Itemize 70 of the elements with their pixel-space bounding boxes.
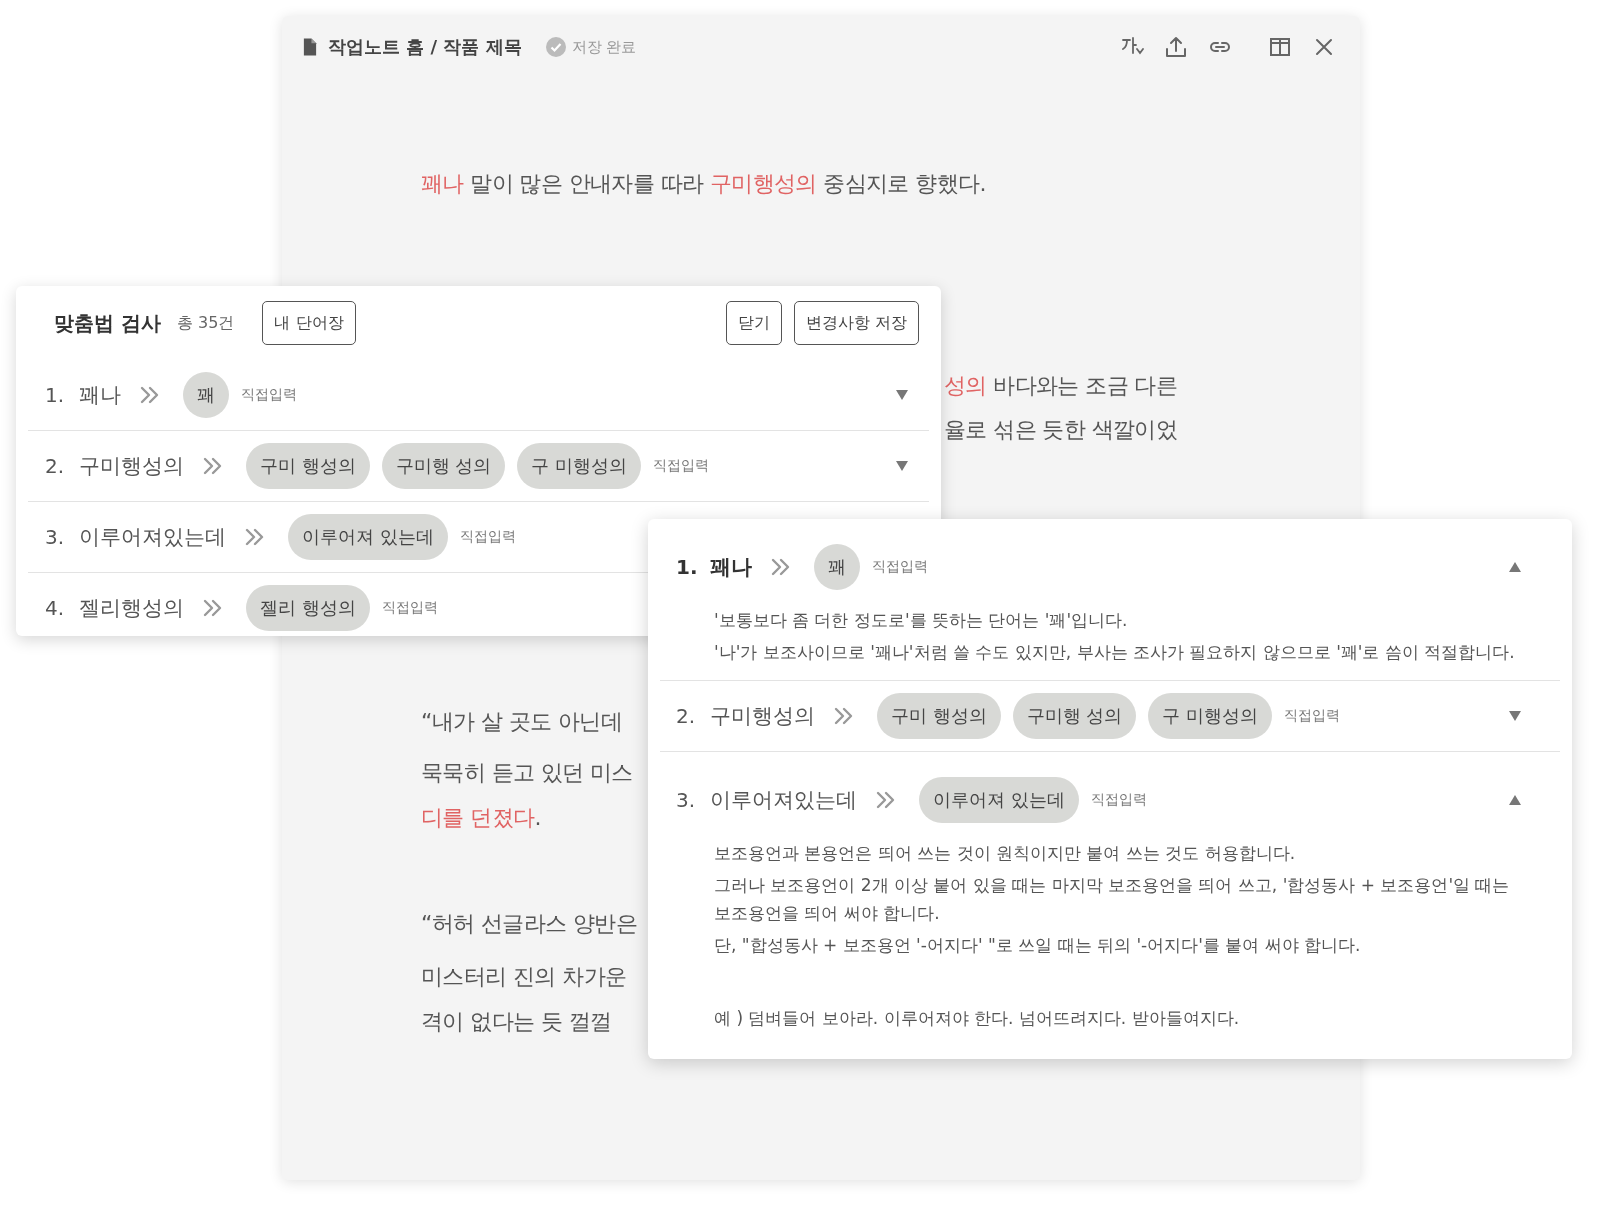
document-title: 작업노트 홈 / 작품 제목 xyxy=(328,35,522,59)
suggestion-chip[interactable]: 구미 행성의 xyxy=(246,443,370,489)
double-chevron-icon xyxy=(139,385,161,405)
suggestion-chip[interactable]: 젤리 행성의 xyxy=(246,585,370,631)
item-number: 3. xyxy=(676,788,697,812)
suggestion-chip[interactable]: 이루어져 있는데 xyxy=(288,514,448,560)
item-number: 4. xyxy=(45,596,66,620)
action-button[interactable]: 변경사항 저장 xyxy=(793,301,919,345)
explanation-text: 보조용언과 본용언은 띄어 쓰는 것이 원칙이지만 붙여 쓰는 것도 허용합니다. xyxy=(714,842,1297,865)
explanation-text: 단, "합성동사 + 보조용언 '-어지다' "로 쓰일 때는 뒤의 '-어지다'를 붙여 써야 합니다. xyxy=(714,934,1362,957)
explanation-text: 그러나 보조용언이 2개 이상 붙어 있을 때는 마지막 보조용언을 띄어 쓰고, '합성동사 + 보조용언'일 때는 보조용언을 띄어 써야 합니다. xyxy=(714,874,1511,925)
item-number: 2. xyxy=(45,454,66,478)
caret-icon[interactable] xyxy=(1508,710,1522,722)
check-circle-icon xyxy=(545,37,566,57)
suggestion-chip[interactable]: 구미행 성의 xyxy=(1012,693,1137,739)
explanation-text: '나'가 보조사이므로 '꽤나'처럼 쓸 수도 있지만, 부사는 조사가 필요하지 않으므로 '꽤'로 씀이 적절합니다. xyxy=(714,641,1516,664)
item-number: 1. xyxy=(45,383,66,407)
suggestion-chip[interactable]: 구미 행성의 xyxy=(877,693,1001,739)
panel-title: 맞춤법 검사 xyxy=(54,309,161,337)
double-chevron-icon xyxy=(202,598,224,618)
document-text-line: 격이 없다는 듯 껄껄 xyxy=(421,1008,612,1036)
save-status: 저장 완료 xyxy=(571,37,637,57)
misspelled-word[interactable]: 구미행성의 xyxy=(79,452,184,480)
misspelled-word[interactable]: 꽤나 xyxy=(710,553,752,581)
document-text-line: 묵묵히 듣고 있던 미스 xyxy=(421,759,633,787)
item-number: 2. xyxy=(676,704,697,728)
document-text-line: 꽤나 말이 많은 안내자를 따라 구미행성의 중심지로 향했다. xyxy=(421,170,986,198)
upload-icon[interactable] xyxy=(1164,35,1188,59)
direct-input-link[interactable]: 직접입력 xyxy=(241,386,297,404)
direct-input-link[interactable]: 직접입력 xyxy=(872,558,928,576)
direct-input-link[interactable]: 직접입력 xyxy=(1090,791,1147,809)
wordbook-button[interactable]: 내 단어장 xyxy=(262,301,356,345)
item-number: 1. xyxy=(676,555,699,579)
suggestion-chip[interactable]: 구 미행성의 xyxy=(1148,693,1273,739)
misspelled-word[interactable]: 이루어져있는데 xyxy=(79,523,226,551)
double-chevron-icon xyxy=(833,706,855,726)
document-text-line: 율로 섞은 듯한 색깔이었 xyxy=(944,416,1178,444)
document-text-line: “허허 선글라스 양반은 xyxy=(421,910,638,938)
direct-input-link[interactable]: 직접입력 xyxy=(1284,707,1341,725)
item-number: 3. xyxy=(45,525,66,549)
document-text-line: 미스터리 진의 차가운 xyxy=(421,963,627,991)
caret-icon[interactable] xyxy=(895,460,909,472)
double-chevron-icon xyxy=(244,527,266,547)
caret-icon[interactable] xyxy=(895,389,909,401)
direct-input-link[interactable]: 직접입력 xyxy=(381,599,438,617)
misspelled-word[interactable]: 이루어져있는데 xyxy=(710,786,857,814)
explanation-text: '보통보다 좀 더한 정도로'를 뜻하는 단어는 '꽤'입니다. xyxy=(714,609,1129,632)
direct-input-link[interactable]: 직접입력 xyxy=(459,528,516,546)
double-chevron-icon xyxy=(875,790,897,810)
error-count: 총 35건 xyxy=(176,312,235,334)
direct-input-link[interactable]: 직접입력 xyxy=(653,457,710,475)
example-text: 예 ) 덤벼들어 보아라. 이루어져야 한다. 넘어뜨려지다. 받아들여지다. xyxy=(714,1007,1241,1030)
misspelled-word[interactable]: 구미행성의 xyxy=(710,702,815,730)
document-text-line: 디를 던졌다. xyxy=(421,804,541,832)
suggestion-chip[interactable]: 구미행 성의 xyxy=(381,443,506,489)
suggestion-chip[interactable]: 구 미행성의 xyxy=(517,443,642,489)
split-view-icon[interactable] xyxy=(1268,35,1292,59)
double-chevron-icon xyxy=(202,456,224,476)
action-button[interactable]: 닫기 xyxy=(725,301,782,345)
suggestion-chip[interactable]: 꽤 xyxy=(183,372,229,418)
document-icon xyxy=(302,37,318,57)
caret-icon[interactable] xyxy=(1508,794,1522,806)
document-text-line: “내가 살 곳도 아닌데 xyxy=(421,708,623,736)
document-text-line: 성의 바다와는 조금 다른 xyxy=(944,372,1178,400)
suggestion-chip[interactable]: 이루어져 있는데 xyxy=(919,777,1079,823)
misspelled-word[interactable]: 꽤나 xyxy=(79,381,121,409)
suggestion-chip[interactable]: 꽤 xyxy=(814,544,860,590)
caret-icon[interactable] xyxy=(1508,561,1522,573)
misspelled-word[interactable]: 젤리행성의 xyxy=(79,594,184,622)
double-chevron-icon xyxy=(770,557,792,577)
